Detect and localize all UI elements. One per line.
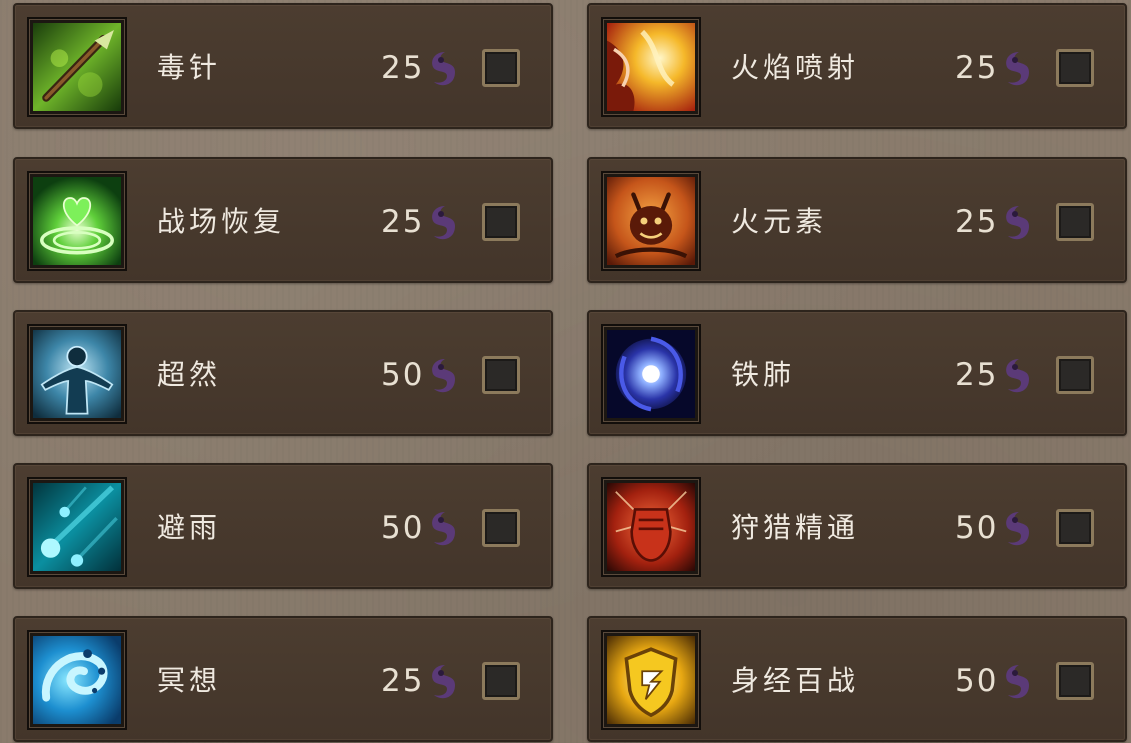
skill-card: 身经百战 50: [587, 616, 1127, 742]
select-checkbox[interactable]: [1056, 509, 1094, 547]
fire-elemental-icon: [601, 171, 701, 271]
rain-shelter-icon: [27, 477, 127, 577]
select-checkbox[interactable]: [1056, 203, 1094, 241]
skill-cost: 25: [955, 357, 999, 393]
select-checkbox[interactable]: [1056, 356, 1094, 394]
essence-icon: [1006, 359, 1029, 393]
skill-name: 避雨: [157, 511, 222, 544]
essence-icon: [1006, 52, 1029, 86]
skill-cost: 50: [955, 510, 999, 546]
skill-cost: 25: [381, 204, 425, 240]
flame-jet-icon: [601, 17, 701, 117]
essence-icon: [1006, 512, 1029, 546]
skill-name: 毒针: [157, 51, 222, 84]
transcendence-icon: [27, 324, 127, 424]
essence-icon: [1006, 665, 1029, 699]
skill-card: 冥想 25: [13, 616, 553, 742]
select-checkbox[interactable]: [482, 662, 520, 700]
battlefield-recovery-icon: [27, 171, 127, 271]
select-checkbox[interactable]: [482, 49, 520, 87]
skill-card: 铁肺 25: [587, 310, 1127, 436]
essence-icon: [432, 52, 455, 86]
select-checkbox[interactable]: [482, 203, 520, 241]
meditation-icon: [27, 630, 127, 730]
skill-name: 战场恢复: [157, 205, 286, 238]
iron-lung-icon: [601, 324, 701, 424]
skill-cost: 25: [955, 50, 999, 86]
skill-card: 火元素 25: [587, 157, 1127, 283]
skill-cost: 50: [381, 510, 425, 546]
skill-card: 超然 50: [13, 310, 553, 436]
skill-cost: 25: [955, 204, 999, 240]
essence-icon: [432, 665, 455, 699]
select-checkbox[interactable]: [482, 356, 520, 394]
select-checkbox[interactable]: [1056, 49, 1094, 87]
skill-card: 避雨 50: [13, 463, 553, 589]
skill-name: 冥想: [157, 664, 222, 697]
skill-name: 狩猎精通: [731, 511, 860, 544]
skill-card: 狩猎精通 50: [587, 463, 1127, 589]
skill-card: 毒针 25: [13, 3, 553, 129]
hunting-mastery-icon: [601, 477, 701, 577]
essence-icon: [432, 359, 455, 393]
essence-icon: [1006, 206, 1029, 240]
skill-name: 超然: [157, 358, 222, 391]
skill-cost: 50: [381, 357, 425, 393]
essence-icon: [432, 206, 455, 240]
skill-name: 火元素: [731, 205, 828, 238]
essence-icon: [432, 512, 455, 546]
skill-cost: 25: [381, 663, 425, 699]
battle-hardened-icon: [601, 630, 701, 730]
select-checkbox[interactable]: [482, 509, 520, 547]
skill-name: 身经百战: [731, 664, 860, 697]
select-checkbox[interactable]: [1056, 662, 1094, 700]
skill-grid: 毒针 25 战场恢复 25 超然 50 避雨 50 冥想 25 火焰喷射 25 …: [0, 0, 1131, 743]
skill-name: 火焰喷射: [731, 51, 860, 84]
skill-card: 战场恢复 25: [13, 157, 553, 283]
skill-name: 铁肺: [731, 358, 796, 391]
skill-card: 火焰喷射 25: [587, 3, 1127, 129]
skill-cost: 25: [381, 50, 425, 86]
poison-needle-icon: [27, 17, 127, 117]
skill-cost: 50: [955, 663, 999, 699]
